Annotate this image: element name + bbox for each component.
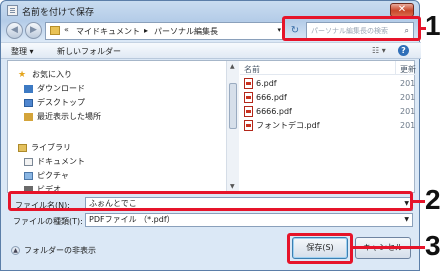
- close-button[interactable]: ✕: [390, 3, 414, 17]
- list-item[interactable]: 666.pdf 201: [244, 92, 416, 103]
- sidebar-item-documents[interactable]: ドキュメント: [24, 156, 85, 167]
- browser-pane: ★ お気に入り ダウンロード デスクトップ 最近表示した場所 ライブラリ ドキュ…: [7, 60, 416, 193]
- file-date: 201: [400, 121, 416, 130]
- library-icon: [18, 143, 27, 152]
- column-header-name[interactable]: 名前: [244, 64, 260, 75]
- back-button[interactable]: ◀: [6, 22, 23, 39]
- filetype-value: PDFファイル （*.pdf）: [89, 215, 175, 224]
- list-item[interactable]: 6.pdf 201: [244, 78, 416, 89]
- navigation-scrollbar[interactable]: ▲ ▼: [226, 61, 239, 192]
- sidebar-item-label: 最近表示した場所: [37, 112, 101, 121]
- navigation-pane: ★ お気に入り ダウンロード デスクトップ 最近表示した場所 ライブラリ ドキュ…: [8, 61, 226, 192]
- scroll-down-icon[interactable]: ▼: [230, 183, 235, 190]
- organize-button[interactable]: 整理 ▾: [11, 46, 34, 57]
- sidebar-item-label: ダウンロード: [37, 84, 85, 93]
- dialog-icon: [7, 5, 18, 16]
- dialog-footer: ▲ フォルダーの非表示 保存(S) キャンセル: [1, 233, 421, 271]
- sidebar-item-pictures[interactable]: ピクチャ: [24, 170, 69, 181]
- file-list: 名前 更新 6.pdf 201 666.pdf 201 6666.pdf 201: [240, 61, 416, 192]
- command-toolbar: 整理 ▾ 新しいフォルダー ☷ ▾ ?: [1, 42, 421, 59]
- sidebar-item-recent-places[interactable]: 最近表示した場所: [24, 111, 101, 122]
- sidebar-libraries[interactable]: ライブラリ: [18, 142, 71, 153]
- list-item[interactable]: 6666.pdf 201: [244, 106, 416, 117]
- file-name: 6.pdf: [256, 79, 277, 88]
- column-divider[interactable]: [395, 61, 396, 75]
- sidebar-libraries-label: ライブラリ: [31, 143, 71, 152]
- file-name: 6666.pdf: [256, 107, 292, 116]
- pdf-file-icon: [244, 120, 253, 131]
- column-header-modified[interactable]: 更新: [400, 64, 416, 75]
- callout-number-1: 1: [425, 10, 441, 41]
- new-folder-button[interactable]: 新しいフォルダー: [57, 46, 121, 57]
- download-icon: [24, 84, 33, 93]
- breadcrumb-personal-editor[interactable]: パーソナル編集長: [154, 26, 218, 37]
- callout-leader-2: [413, 200, 425, 203]
- sidebar-item-label: デスクトップ: [37, 98, 85, 107]
- dialog-title: 名前を付けて保存: [22, 8, 95, 18]
- file-name: フォントデコ.pdf: [256, 121, 320, 130]
- callout-box-3: [287, 233, 353, 264]
- chevron-down-icon[interactable]: ▼: [404, 214, 409, 226]
- sidebar-item-label: ピクチャ: [37, 171, 69, 180]
- file-date: 201: [400, 79, 416, 88]
- forward-button[interactable]: ▶: [25, 22, 42, 39]
- desktop-icon: [24, 98, 33, 107]
- address-dropdown-icon[interactable]: ▾: [277, 26, 281, 34]
- list-item[interactable]: フォントデコ.pdf 201: [244, 120, 416, 131]
- breadcrumb-my-documents[interactable]: マイドキュメント: [76, 26, 140, 37]
- folder-icon: [50, 26, 60, 35]
- callout-box-2: [8, 191, 413, 211]
- view-options-icon[interactable]: ☷ ▾: [372, 46, 386, 55]
- filetype-label: ファイルの種類(T):: [13, 217, 83, 226]
- sidebar-item-downloads[interactable]: ダウンロード: [24, 83, 85, 94]
- star-icon: ★: [18, 69, 27, 80]
- scrollbar-thumb[interactable]: [229, 83, 237, 129]
- filetype-select[interactable]: PDFファイル （*.pdf） ▼: [85, 213, 413, 227]
- hide-folders-toggle[interactable]: ▲ フォルダーの非表示: [11, 245, 96, 256]
- documents-icon: [24, 157, 33, 166]
- breadcrumb-overflow[interactable]: «: [64, 25, 69, 34]
- pictures-icon: [24, 171, 33, 180]
- help-icon[interactable]: ?: [398, 45, 409, 56]
- sidebar-favorites[interactable]: ★ お気に入り: [18, 69, 72, 80]
- file-date: 201: [400, 107, 416, 116]
- file-date: 201: [400, 93, 416, 102]
- file-list-header: 名前 更新: [240, 61, 416, 75]
- recent-places-icon: [24, 112, 33, 121]
- hide-folders-label: フォルダーの非表示: [24, 246, 96, 255]
- breadcrumb-separator-icon[interactable]: ▸: [144, 26, 148, 35]
- callout-box-1: [282, 16, 421, 41]
- chevron-up-icon: ▲: [11, 246, 20, 255]
- scroll-up-icon[interactable]: ▲: [230, 63, 235, 70]
- pdf-file-icon: [244, 106, 253, 117]
- pdf-file-icon: [244, 78, 253, 89]
- pdf-file-icon: [244, 92, 253, 103]
- file-name: 666.pdf: [256, 93, 287, 102]
- callout-number-3: 3: [425, 230, 441, 261]
- address-bar[interactable]: « マイドキュメント ▸ パーソナル編集長 ▾: [45, 22, 285, 40]
- callout-number-2: 2: [425, 184, 441, 215]
- callout-leader-3: [353, 246, 425, 249]
- sidebar-favorites-label: お気に入り: [32, 70, 72, 79]
- sidebar-item-desktop[interactable]: デスクトップ: [24, 97, 85, 108]
- sidebar-item-label: ドキュメント: [37, 157, 85, 166]
